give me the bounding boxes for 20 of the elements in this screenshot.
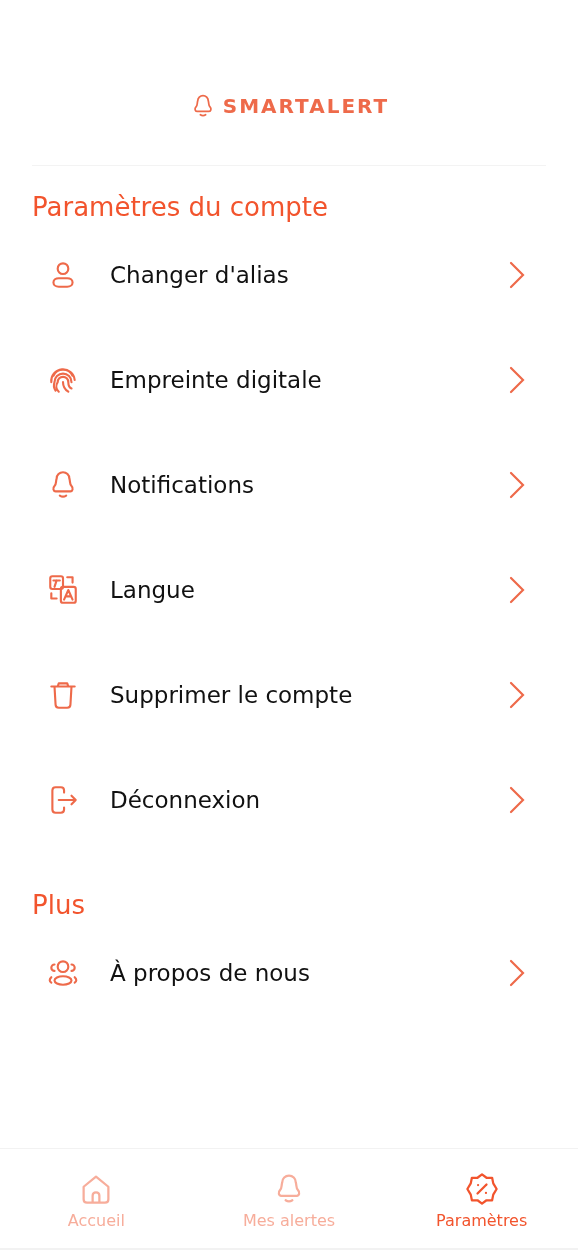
menu-item-label[interactable]: À propos de nous <box>110 959 508 986</box>
nav-tab[interactable]: Paramètres <box>385 1149 578 1248</box>
chevron-right-icon[interactable] <box>508 469 526 500</box>
menu-item-label[interactable]: Notifications <box>110 471 508 498</box>
menu-item-label[interactable]: Empreinte digitale <box>110 366 508 393</box>
chevron-right-icon[interactable] <box>508 784 526 815</box>
menu-item-label[interactable]: Changer d'alias <box>110 261 508 288</box>
logo-text: SMARTALERT <box>222 94 390 118</box>
menu-item-label[interactable]: Langue <box>110 576 508 603</box>
chevron-right-icon[interactable] <box>508 679 526 710</box>
chevron-right-icon[interactable] <box>508 364 526 395</box>
menu-item-label[interactable]: Supprimer le compte <box>110 681 508 708</box>
badge-percent-icon <box>463 1171 500 1207</box>
section-title: Plus <box>32 890 86 920</box>
translate-icon <box>46 572 80 607</box>
chevron-right-icon[interactable] <box>508 259 526 290</box>
section-title: Paramètres du compte <box>32 192 329 222</box>
menu-item-label[interactable]: Déconnexion <box>110 786 508 813</box>
chevron-right-icon[interactable] <box>508 574 526 605</box>
chevron-right-icon[interactable] <box>508 957 526 988</box>
